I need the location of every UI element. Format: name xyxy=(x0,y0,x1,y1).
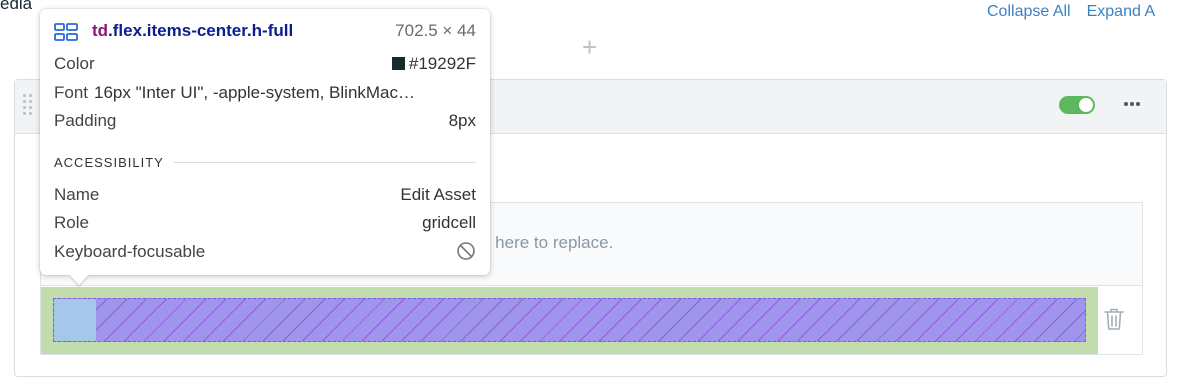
focusable-label: Keyboard-focusable xyxy=(54,242,206,261)
dropzone-hint: p here to replace. xyxy=(481,233,614,252)
inspected-cell-margin-highlight[interactable] xyxy=(41,287,1098,354)
section-title: edia xyxy=(0,0,33,13)
asset-row xyxy=(40,286,1143,355)
not-allowed-icon xyxy=(457,242,475,260)
trash-icon[interactable] xyxy=(1102,306,1126,332)
layout-icon xyxy=(54,23,78,41)
expand-all-link[interactable]: Expand A xyxy=(1087,3,1156,20)
drag-handle-icon[interactable] xyxy=(23,94,35,122)
tooltip-arrow xyxy=(70,275,88,285)
inspected-cell-content-highlight xyxy=(53,298,1086,342)
element-tag: td xyxy=(92,21,109,40)
role-value: gridcell xyxy=(422,213,476,232)
element-classes: .flex.items-center.h-full xyxy=(108,21,294,40)
element-dimensions: 702.5 × 44 xyxy=(395,21,476,40)
toggle-knob xyxy=(1079,98,1093,112)
inspected-cell-padding-highlight xyxy=(54,299,96,341)
padding-value: 8px xyxy=(448,111,476,130)
font-value: 16px "Inter UI", -apple-system, BlinkMac… xyxy=(94,83,416,102)
more-horizontal-icon[interactable] xyxy=(1122,90,1142,118)
collapse-all-link[interactable]: Collapse All xyxy=(987,3,1071,20)
section-divider xyxy=(174,162,476,163)
padding-label: Padding xyxy=(54,111,117,130)
element-selector: td.flex.items-center.h-full xyxy=(92,21,293,41)
role-label: Role xyxy=(54,213,89,232)
collapse-expand-links: Collapse All Expand A xyxy=(987,3,1155,21)
accessibility-heading: ACCESSIBILITY xyxy=(54,155,164,170)
name-value: Edit Asset xyxy=(400,185,476,204)
add-block-plus-icon[interactable]: + xyxy=(582,33,597,61)
color-label: Color xyxy=(54,54,95,73)
enable-toggle[interactable] xyxy=(1059,96,1095,114)
font-label: Font xyxy=(54,83,89,102)
name-label: Name xyxy=(54,185,100,204)
color-value: #19292F xyxy=(408,54,476,73)
inspector-tooltip: td.flex.items-center.h-full 702.5 × 44 C… xyxy=(40,9,490,285)
color-swatch xyxy=(391,57,405,70)
color-value-wrap: #19292F xyxy=(391,54,476,74)
